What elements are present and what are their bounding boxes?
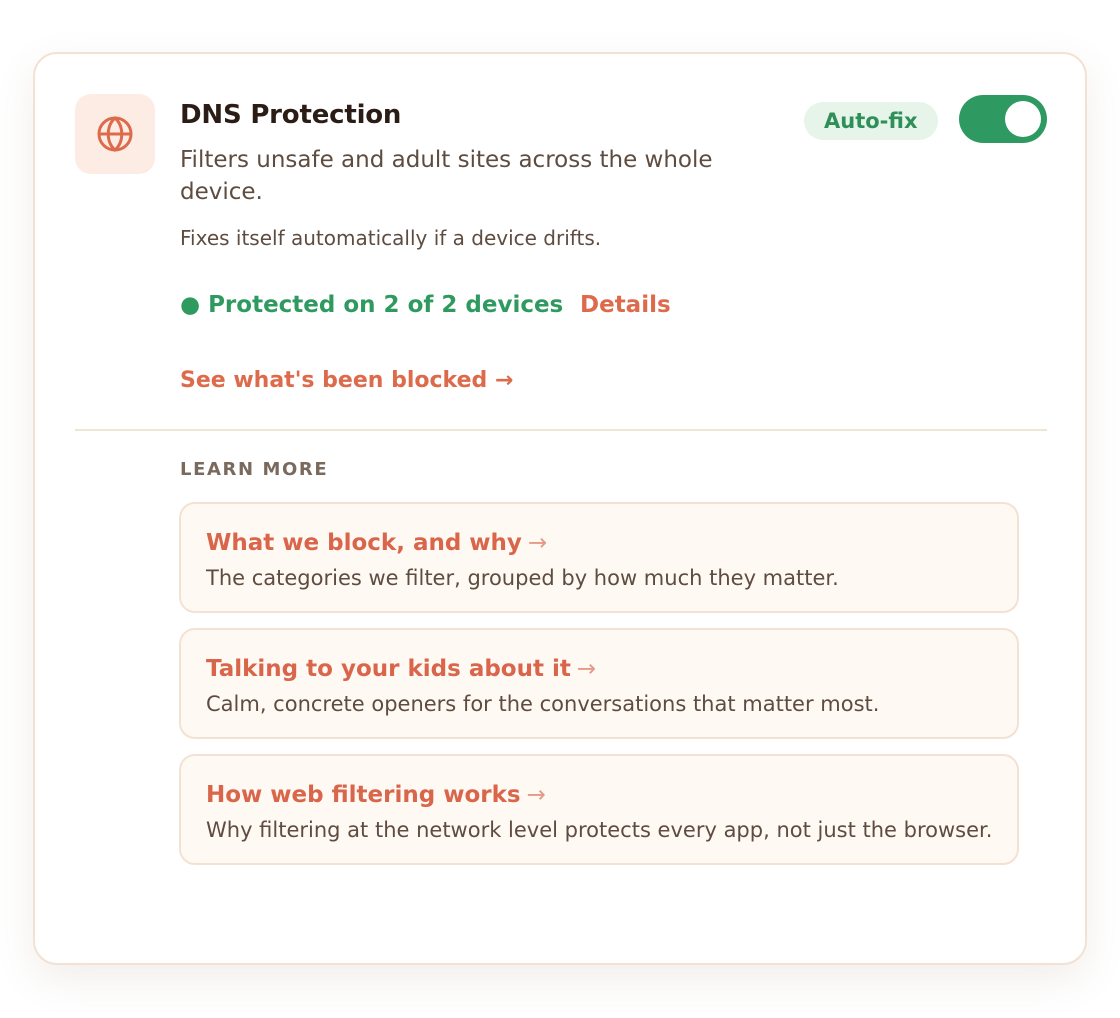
- card-title: DNS Protection: [180, 100, 402, 130]
- arrow-right-icon: →: [526, 782, 546, 808]
- auto-fix-badge: Auto-fix: [804, 102, 938, 140]
- learn-more-item-how-filtering-works[interactable]: How web filtering works → Why filtering a…: [179, 754, 1019, 865]
- divider: [75, 429, 1047, 431]
- learn-more-item-title: How web filtering works →: [206, 782, 546, 808]
- details-link[interactable]: Details: [580, 292, 671, 318]
- toggle-knob: [1005, 101, 1041, 137]
- learn-more-item-talking-to-kids[interactable]: Talking to your kids about it → Calm, con…: [179, 628, 1019, 739]
- globe-icon: [97, 115, 133, 153]
- arrow-right-icon: →: [527, 530, 548, 556]
- see-blocked-link[interactable]: See what's been blocked →: [180, 368, 513, 393]
- learn-more-item-description: Calm, concrete openers for the conversat…: [206, 692, 880, 716]
- learn-more-item-description: Why filtering at the network level prote…: [206, 818, 993, 842]
- dns-protection-card: DNS Protection Filters unsafe and adult …: [33, 52, 1087, 965]
- learn-more-heading: LEARN MORE: [180, 459, 329, 480]
- learn-more-item-what-we-block[interactable]: What we block, and why → The categories w…: [179, 502, 1019, 613]
- dns-protection-toggle[interactable]: [959, 95, 1047, 143]
- learn-more-item-title: What we block, and why →: [206, 530, 548, 556]
- arrow-right-icon: →: [576, 656, 597, 682]
- learn-more-item-description: The categories we filter, grouped by how…: [206, 566, 839, 590]
- dns-icon-tile: [75, 94, 155, 174]
- card-description: Filters unsafe and adult sites across th…: [180, 147, 713, 205]
- protection-status: ● Protected on 2 of 2 devices: [180, 292, 564, 318]
- card-note: Fixes itself automatically if a device d…: [180, 226, 602, 250]
- learn-more-item-title: Talking to your kids about it →: [206, 656, 597, 682]
